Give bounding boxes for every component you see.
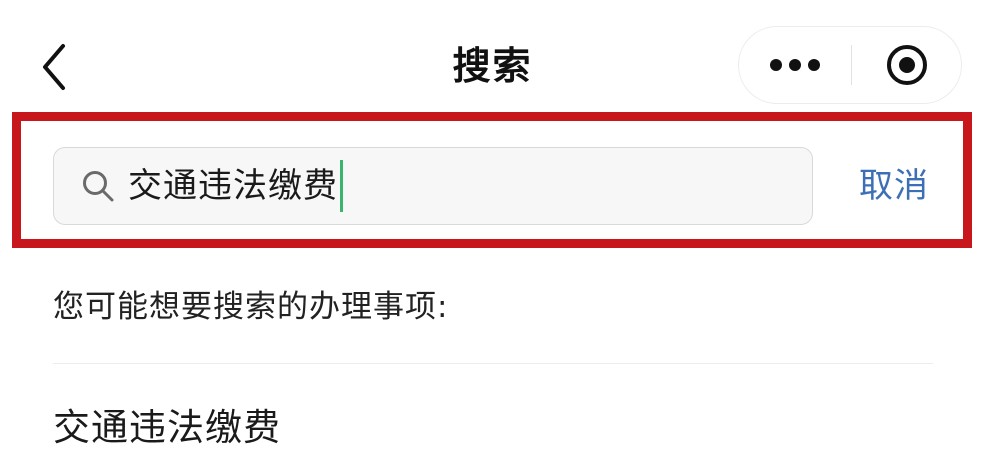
target-close-icon: [886, 45, 927, 85]
search-input[interactable]: 交通违法缴费: [128, 147, 343, 225]
more-dots-icon: [770, 59, 820, 71]
list-item[interactable]: 交通违法缴费: [53, 398, 281, 458]
close-mini-program-button[interactable]: [852, 27, 961, 103]
search-input-text: 交通违法缴费: [128, 166, 338, 206]
suggestion-heading: 您可能想要搜索的办理事项:: [53, 289, 449, 325]
search-box[interactable]: 交通违法缴费: [53, 147, 813, 225]
mini-program-capsule: [738, 26, 962, 104]
cancel-button[interactable]: 取消: [852, 155, 936, 217]
more-button[interactable]: [739, 27, 851, 103]
list-divider: [53, 363, 933, 364]
navigation-bar: 搜索: [0, 0, 985, 108]
search-icon: [80, 168, 116, 204]
text-cursor: [340, 160, 343, 212]
